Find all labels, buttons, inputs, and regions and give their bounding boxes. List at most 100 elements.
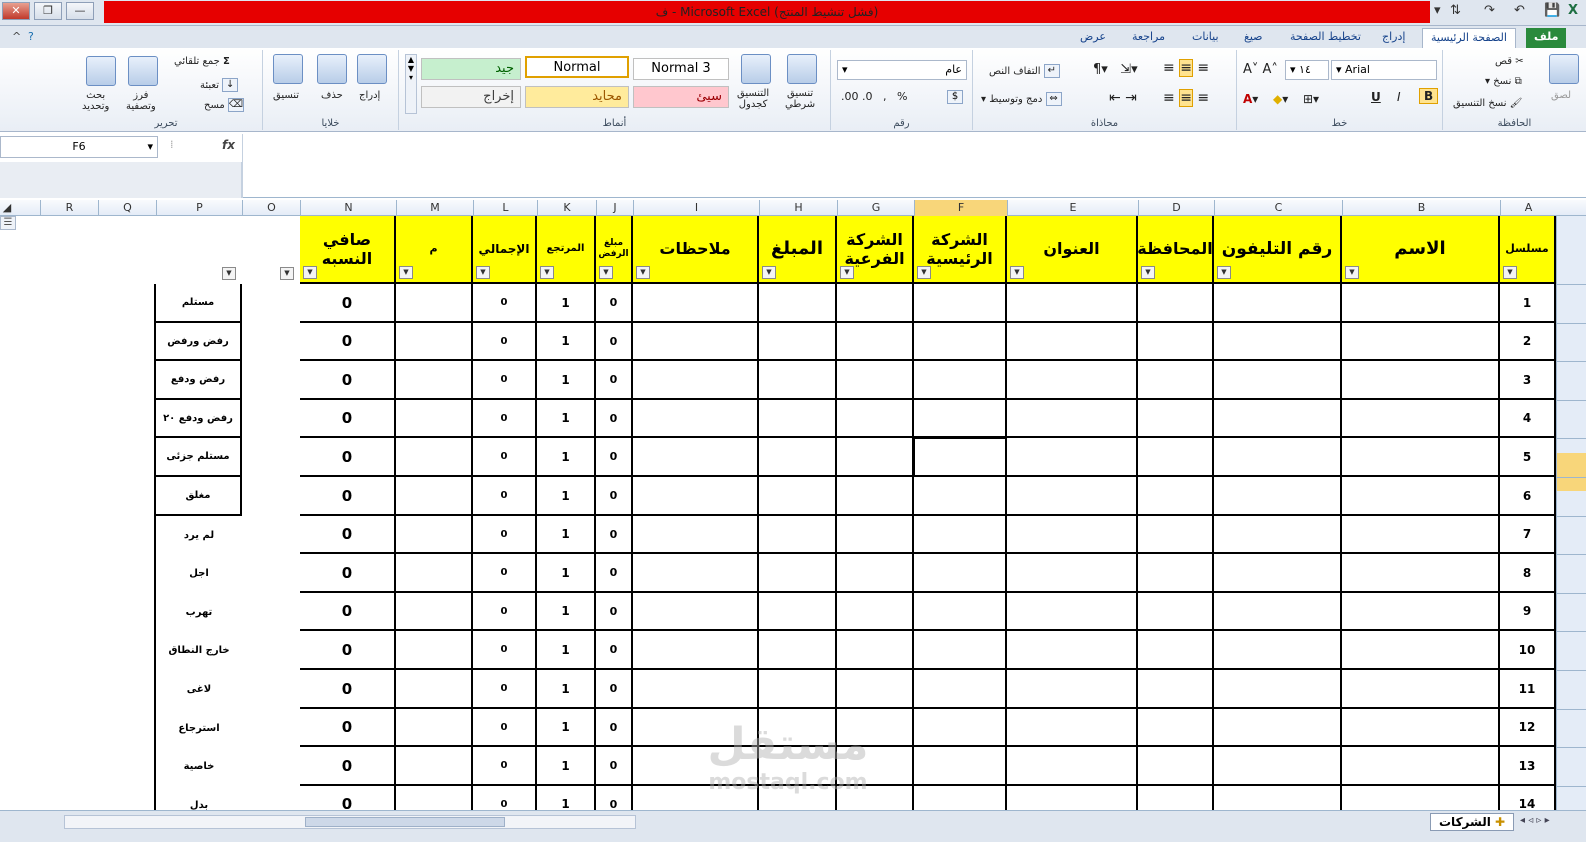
cell-F4[interactable] (914, 400, 1007, 438)
cell-C6[interactable] (1214, 477, 1342, 516)
cell-G8[interactable] (837, 554, 914, 593)
cell-I7[interactable] (633, 516, 759, 554)
selected-cell[interactable] (913, 437, 1007, 477)
cell-H10[interactable] (759, 631, 837, 670)
cell-F2[interactable] (914, 323, 1007, 361)
cell-L11[interactable]: 0 (473, 670, 537, 709)
autosum-button[interactable]: جمع تلقائي Σ (174, 56, 230, 67)
cell-C13[interactable] (1214, 747, 1342, 786)
cell-N1[interactable]: 0 (300, 284, 396, 323)
formula-input[interactable] (0, 162, 242, 198)
cell-A10[interactable]: 10 (1500, 631, 1556, 670)
cell-J12[interactable]: 0 (596, 709, 633, 747)
cell-A3[interactable]: 3 (1500, 361, 1556, 400)
cell-J3[interactable]: 0 (596, 361, 633, 400)
sheet-nav-arrows[interactable]: ◂ ◃ ▹ ▸ (1520, 815, 1550, 826)
cell-E7[interactable] (1007, 516, 1138, 554)
cell-M11[interactable] (396, 670, 473, 709)
horizontal-align-buttons[interactable]: ≡ ≡ ≡ (1163, 89, 1209, 107)
cell-G2[interactable] (837, 323, 914, 361)
cell-I1[interactable] (633, 284, 759, 323)
cell-K14[interactable]: 1 (537, 786, 596, 810)
cell-A11[interactable]: 11 (1500, 670, 1556, 709)
cell-F1[interactable] (914, 284, 1007, 323)
status-item-13[interactable]: خاصية (156, 747, 242, 786)
cell-H2[interactable] (759, 323, 837, 361)
cell-C11[interactable] (1214, 670, 1342, 709)
cell-H11[interactable] (759, 670, 837, 709)
cell-L14[interactable]: 0 (473, 786, 537, 810)
status-item-7[interactable]: لم يرد (156, 516, 242, 554)
font-size-select[interactable]: ▾ ١٤ (1285, 60, 1329, 80)
delete-button[interactable]: حذف (321, 90, 343, 101)
cell-I2[interactable] (633, 323, 759, 361)
column-header-Q[interactable]: Q (98, 200, 156, 216)
cell-M8[interactable] (396, 554, 473, 593)
tab-home[interactable]: الصفحة الرئيسية (1422, 28, 1516, 48)
filter-dropdown-icon[interactable]: ▼ (599, 266, 613, 279)
cell-J5[interactable]: 0 (596, 438, 633, 477)
cell-K3[interactable]: 1 (537, 361, 596, 400)
cell-L9[interactable]: 0 (473, 593, 537, 631)
header-M[interactable]: م ▼ (396, 216, 473, 284)
header-G[interactable]: الشركة الفرعية ▼ (837, 216, 914, 284)
filter-dropdown-icon[interactable]: ▼ (1217, 266, 1231, 279)
cell-F12[interactable] (914, 709, 1007, 747)
find-select-button[interactable]: بحث وتحديد (82, 90, 109, 112)
cell-L10[interactable]: 0 (473, 631, 537, 670)
cell-H7[interactable] (759, 516, 837, 554)
vertical-align-buttons[interactable]: ≡ ≡ ≡ (1163, 59, 1209, 77)
cell-F10[interactable] (914, 631, 1007, 670)
filter-dropdown-icon[interactable]: ▼ (222, 267, 236, 280)
cell-M6[interactable] (396, 477, 473, 516)
column-header-N[interactable]: N (300, 200, 396, 216)
header-I[interactable]: ملاحظات ▼ (633, 216, 759, 284)
scrollbar-thumb[interactable] (305, 817, 505, 827)
cell-M1[interactable] (396, 284, 473, 323)
cell-E6[interactable] (1007, 477, 1138, 516)
cell-E11[interactable] (1007, 670, 1138, 709)
cell-L4[interactable]: 0 (473, 400, 537, 438)
cell-B11[interactable] (1342, 670, 1500, 709)
tab-view[interactable]: عرض (1072, 28, 1114, 48)
tab-formulas[interactable]: صيغ (1236, 28, 1271, 48)
cell-G1[interactable] (837, 284, 914, 323)
cell-F11[interactable] (914, 670, 1007, 709)
filter-dropdown-icon[interactable]: ▼ (1345, 266, 1359, 279)
cell-C8[interactable] (1214, 554, 1342, 593)
cell-J8[interactable]: 0 (596, 554, 633, 593)
cell-I10[interactable] (633, 631, 759, 670)
cell-M12[interactable] (396, 709, 473, 747)
cell-M7[interactable] (396, 516, 473, 554)
filter-dropdown-icon[interactable]: ▼ (840, 266, 854, 279)
cell-N5[interactable]: 0 (300, 438, 396, 477)
tab-data[interactable]: بيانات (1184, 28, 1227, 48)
cell-K2[interactable]: 1 (537, 323, 596, 361)
cell-G11[interactable] (837, 670, 914, 709)
cell-K5[interactable]: 1 (537, 438, 596, 477)
header-B[interactable]: الاسم ▼ (1342, 216, 1500, 284)
cell-K6[interactable]: 1 (537, 477, 596, 516)
cell-A5[interactable]: 5 (1500, 438, 1556, 477)
column-header-M[interactable]: M (396, 200, 473, 216)
cell-J6[interactable]: 0 (596, 477, 633, 516)
cell-A6[interactable]: 6 (1500, 477, 1556, 516)
borders-button[interactable]: ⊞▾ (1303, 92, 1319, 106)
cell-K10[interactable]: 1 (537, 631, 596, 670)
status-item-5[interactable]: مستلم جزئى (156, 438, 242, 477)
cell-C10[interactable] (1214, 631, 1342, 670)
cell-G9[interactable] (837, 593, 914, 631)
cell-N12[interactable]: 0 (300, 709, 396, 747)
underline-button[interactable]: U (1371, 90, 1381, 104)
cell-F9[interactable] (914, 593, 1007, 631)
filter-dropdown-icon[interactable]: ▼ (1141, 266, 1155, 279)
cell-M4[interactable] (396, 400, 473, 438)
row-header-selected[interactable] (1557, 453, 1586, 491)
customize-qat-icon[interactable]: ▾ (1434, 3, 1441, 18)
cell-J2[interactable]: 0 (596, 323, 633, 361)
cell-L7[interactable]: 0 (473, 516, 537, 554)
fill-color-button[interactable]: ◆▾ (1273, 92, 1288, 106)
cell-K11[interactable]: 1 (537, 670, 596, 709)
cell-D7[interactable] (1138, 516, 1214, 554)
cell-B7[interactable] (1342, 516, 1500, 554)
